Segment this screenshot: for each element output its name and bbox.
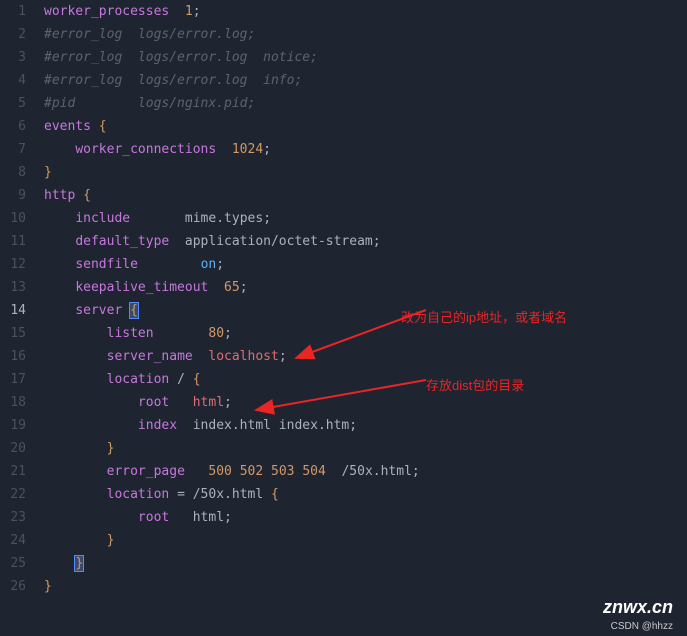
line-number: 22 [0, 483, 26, 506]
code-line[interactable]: root html; [44, 391, 687, 414]
code-line[interactable]: #pid logs/nginx.pid; [44, 92, 687, 115]
code-line[interactable]: } [44, 552, 687, 575]
code-line[interactable]: keepalive_timeout 65; [44, 276, 687, 299]
code-line[interactable]: location = /50x.html { [44, 483, 687, 506]
line-number: 17 [0, 368, 26, 391]
line-number: 4 [0, 69, 26, 92]
code-line[interactable]: #error_log logs/error.log notice; [44, 46, 687, 69]
code-line[interactable]: error_page 500 502 503 504 /50x.html; [44, 460, 687, 483]
code-line[interactable]: events { [44, 115, 687, 138]
code-line[interactable]: sendfile on; [44, 253, 687, 276]
line-number: 10 [0, 207, 26, 230]
line-number: 1 [0, 0, 26, 23]
line-number: 9 [0, 184, 26, 207]
code-line[interactable]: server_name localhost; [44, 345, 687, 368]
code-line[interactable]: } [44, 437, 687, 460]
code-line[interactable]: #error_log logs/error.log info; [44, 69, 687, 92]
code-line[interactable]: worker_connections 1024; [44, 138, 687, 161]
code-editor[interactable]: 1234567891011121314151617181920212223242… [0, 0, 687, 598]
line-number: 7 [0, 138, 26, 161]
code-line[interactable]: include mime.types; [44, 207, 687, 230]
line-number: 21 [0, 460, 26, 483]
line-number: 14 [0, 299, 26, 322]
code-line[interactable]: http { [44, 184, 687, 207]
code-area[interactable]: 改为自己的ip地址，或者域名 存放dist包的目录 worker_process… [36, 0, 687, 598]
watermark-main: znwx.cn [603, 597, 673, 618]
line-number: 19 [0, 414, 26, 437]
code-line[interactable]: root html; [44, 506, 687, 529]
code-line[interactable]: } [44, 161, 687, 184]
code-line[interactable]: #error_log logs/error.log; [44, 23, 687, 46]
code-line[interactable]: server { [44, 299, 687, 322]
line-number: 26 [0, 575, 26, 598]
line-number: 11 [0, 230, 26, 253]
code-line[interactable]: } [44, 529, 687, 552]
watermark-sub: CSDN @hhzz [611, 621, 673, 632]
line-number: 18 [0, 391, 26, 414]
line-number-gutter: 1234567891011121314151617181920212223242… [0, 0, 36, 598]
code-line[interactable]: worker_processes 1; [44, 0, 687, 23]
line-number: 24 [0, 529, 26, 552]
line-number: 15 [0, 322, 26, 345]
line-number: 13 [0, 276, 26, 299]
line-number: 12 [0, 253, 26, 276]
code-line[interactable]: listen 80; [44, 322, 687, 345]
line-number: 20 [0, 437, 26, 460]
line-number: 8 [0, 161, 26, 184]
line-number: 16 [0, 345, 26, 368]
line-number: 5 [0, 92, 26, 115]
line-number: 25 [0, 552, 26, 575]
code-line[interactable]: index index.html index.htm; [44, 414, 687, 437]
line-number: 3 [0, 46, 26, 69]
code-line[interactable]: default_type application/octet-stream; [44, 230, 687, 253]
code-line[interactable]: location / { [44, 368, 687, 391]
line-number: 2 [0, 23, 26, 46]
code-line[interactable]: } [44, 575, 687, 598]
line-number: 6 [0, 115, 26, 138]
line-number: 23 [0, 506, 26, 529]
